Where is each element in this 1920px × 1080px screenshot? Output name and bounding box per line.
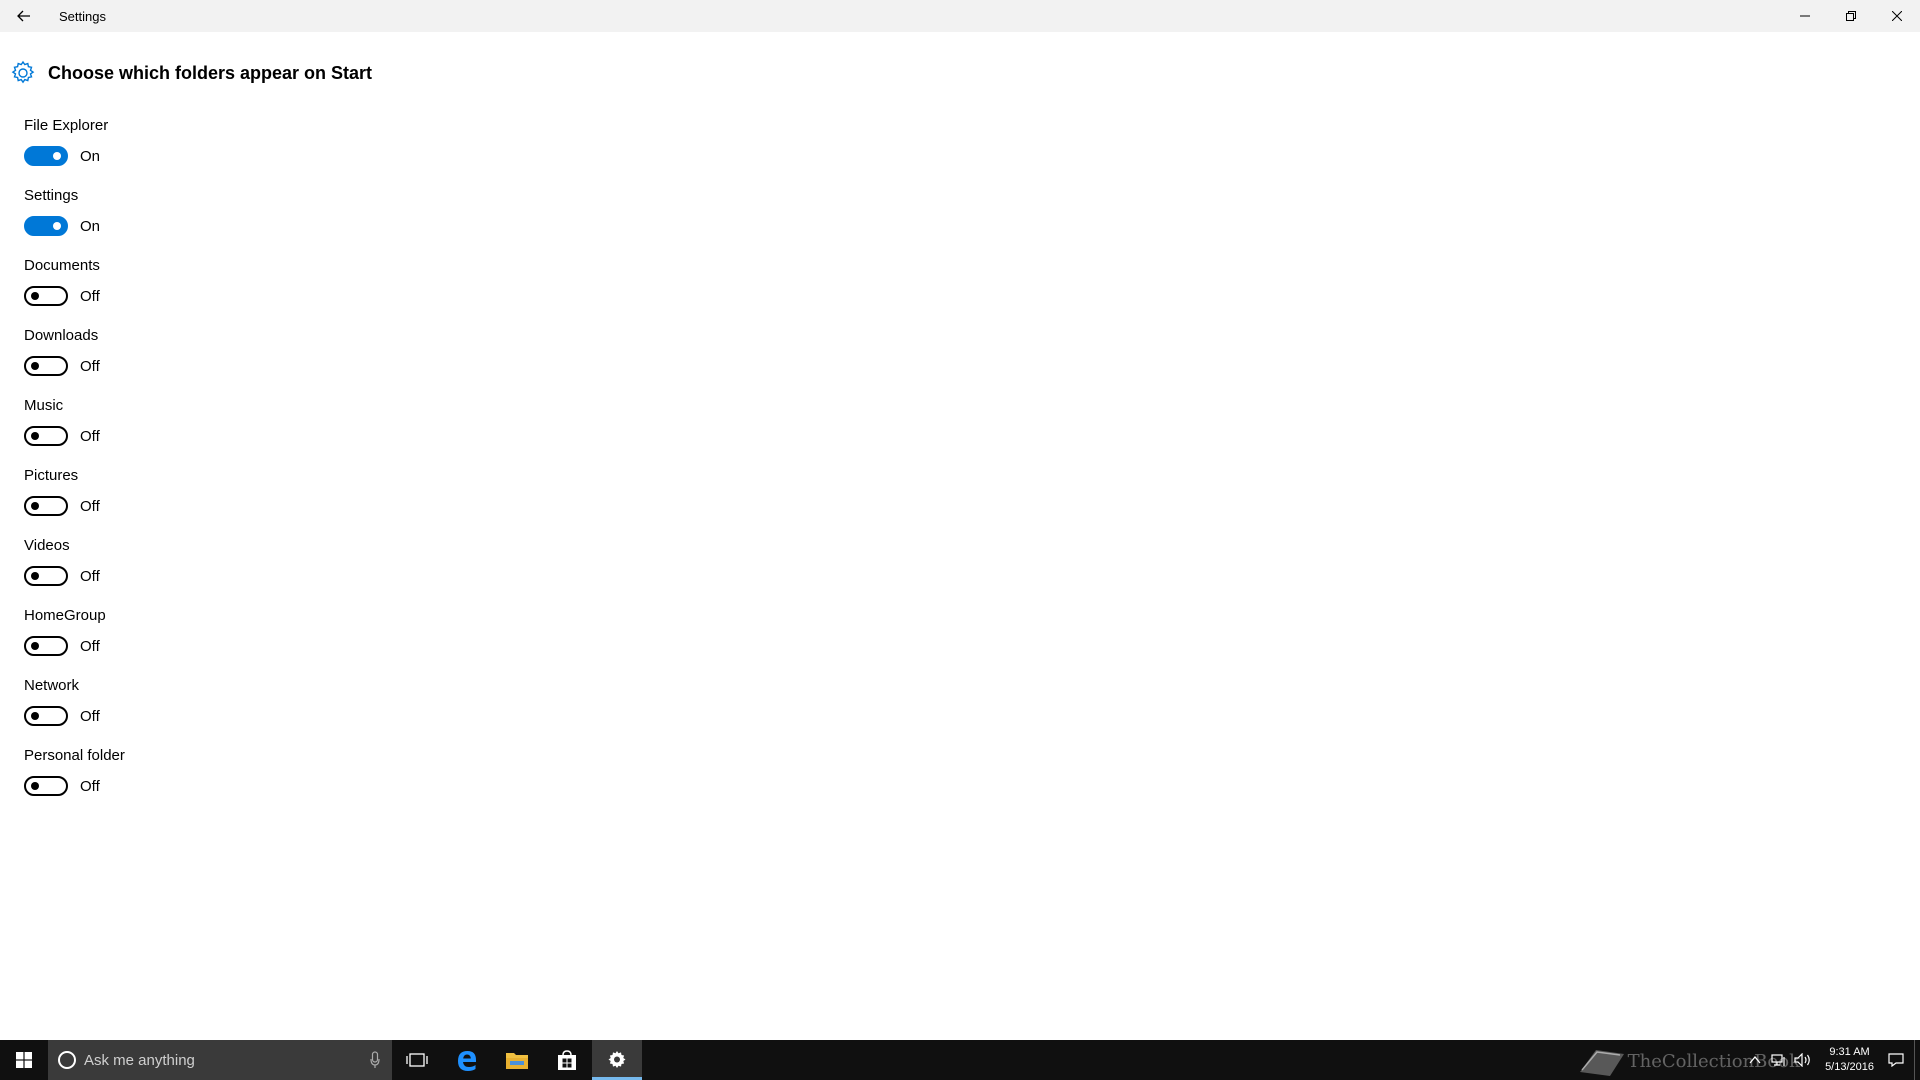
documents-toggle[interactable]: [24, 286, 68, 306]
restore-button[interactable]: [1828, 0, 1874, 32]
folder-label: Network: [24, 677, 80, 694]
toggle-state-label: Off: [80, 777, 100, 795]
task-view-button[interactable]: [392, 1040, 442, 1080]
toggle-state-label: Off: [80, 357, 100, 375]
clock-time: 9:31 AM: [1829, 1046, 1870, 1058]
minimize-button[interactable]: [1782, 0, 1828, 32]
folder-label: File Explorer: [24, 117, 109, 134]
toggle-state-label: Off: [80, 497, 100, 515]
windows-logo-icon: [16, 1052, 32, 1068]
settings-gear-icon: [608, 1051, 626, 1068]
start-button[interactable]: [0, 1040, 48, 1080]
settings-toggle[interactable]: [24, 216, 68, 236]
file-explorer-toggle[interactable]: [24, 146, 68, 166]
store-bag-icon: [558, 1050, 576, 1070]
page-header: Choose which folders appear on Start: [10, 58, 372, 88]
folder-item-personal-folder: Personal folder Off: [24, 746, 125, 816]
network-status-button[interactable]: [1767, 1040, 1791, 1080]
taskbar-settings[interactable]: [592, 1040, 642, 1080]
music-toggle[interactable]: [24, 426, 68, 446]
toggle-knob: [31, 572, 39, 580]
folder-label: Documents: [24, 257, 100, 274]
folder-item-downloads: Downloads Off: [24, 326, 125, 396]
toggle-state-label: Off: [80, 427, 100, 445]
folder-item-homegroup: HomeGroup Off: [24, 606, 125, 676]
back-arrow-icon: [17, 10, 30, 22]
minimize-icon: [1800, 15, 1810, 17]
folder-label: Music: [24, 397, 64, 414]
toggle-state-label: Off: [80, 707, 100, 725]
folder-toggle-list: File Explorer On Settings On Documents O…: [24, 116, 125, 816]
back-button[interactable]: [0, 0, 48, 32]
toggle-knob: [31, 642, 39, 650]
taskbar-store[interactable]: [542, 1040, 592, 1080]
search-placeholder: Ask me anything: [84, 1051, 195, 1069]
homegroup-toggle[interactable]: [24, 636, 68, 656]
chevron-up-icon: [1749, 1056, 1761, 1064]
taskbar-edge[interactable]: [442, 1040, 492, 1080]
clock-date: 5/13/2016: [1825, 1061, 1874, 1073]
toggle-knob: [31, 782, 39, 790]
toggle-knob: [53, 222, 61, 230]
show-desktop-button[interactable]: [1914, 1040, 1920, 1080]
toggle-state-label: Off: [80, 567, 100, 585]
toggle-knob: [31, 712, 39, 720]
pictures-toggle[interactable]: [24, 496, 68, 516]
videos-toggle[interactable]: [24, 566, 68, 586]
page-title: Choose which folders appear on Start: [48, 62, 373, 83]
title-bar: Settings: [0, 0, 1920, 32]
system-tray: 9:31 AM 5/13/2016: [1743, 1040, 1920, 1080]
folder-item-videos: Videos Off: [24, 536, 125, 606]
downloads-toggle[interactable]: [24, 356, 68, 376]
restore-icon: [1846, 11, 1856, 21]
cortana-search-box[interactable]: Ask me anything: [48, 1040, 392, 1080]
toggle-knob: [53, 152, 61, 160]
volume-button[interactable]: [1791, 1040, 1815, 1080]
folder-item-settings: Settings On: [24, 186, 125, 256]
toggle-knob: [31, 362, 39, 370]
toggle-state-label: Off: [80, 287, 100, 305]
close-button[interactable]: [1874, 0, 1920, 32]
folder-label: Downloads: [24, 327, 99, 344]
window-controls: [1782, 0, 1920, 32]
folder-item-pictures: Pictures Off: [24, 466, 125, 536]
taskbar-file-explorer[interactable]: [492, 1040, 542, 1080]
task-view-icon: [406, 1053, 428, 1067]
microphone-icon[interactable]: [370, 1051, 380, 1069]
folder-label: Videos: [24, 537, 70, 554]
folder-item-network: Network Off: [24, 676, 125, 746]
network-toggle[interactable]: [24, 706, 68, 726]
notification-icon: [1888, 1053, 1904, 1067]
speaker-icon: [1794, 1053, 1810, 1067]
show-hidden-icons-button[interactable]: [1743, 1040, 1767, 1080]
folder-item-music: Music Off: [24, 396, 125, 466]
toggle-knob: [31, 502, 39, 510]
toggle-state-label: On: [80, 217, 101, 235]
close-icon: [1892, 11, 1902, 21]
cortana-icon: [58, 1051, 76, 1069]
folder-label: Settings: [24, 187, 79, 204]
edge-browser-icon: [458, 1051, 476, 1071]
folder-item-documents: Documents Off: [24, 256, 125, 326]
toggle-state-label: On: [80, 147, 101, 165]
folder-icon: [506, 1053, 528, 1069]
network-icon: [1771, 1054, 1785, 1066]
clock[interactable]: 9:31 AM 5/13/2016: [1825, 1045, 1874, 1075]
folder-label: Personal folder: [24, 747, 125, 764]
toggle-state-label: Off: [80, 637, 100, 655]
gear-icon: [11, 60, 35, 84]
folder-label: HomeGroup: [24, 607, 106, 624]
toggle-knob: [31, 432, 39, 440]
window-title: Settings: [59, 8, 106, 24]
book-icon: [1579, 1050, 1624, 1076]
action-center-button[interactable]: [1884, 1040, 1908, 1080]
folder-item-file-explorer: File Explorer On: [24, 116, 125, 186]
personal-folder-toggle[interactable]: [24, 776, 68, 796]
taskbar: Ask me anything TheCollectionBook 9:31 A…: [0, 1040, 1920, 1080]
toggle-knob: [31, 292, 39, 300]
folder-label: Pictures: [24, 467, 79, 484]
